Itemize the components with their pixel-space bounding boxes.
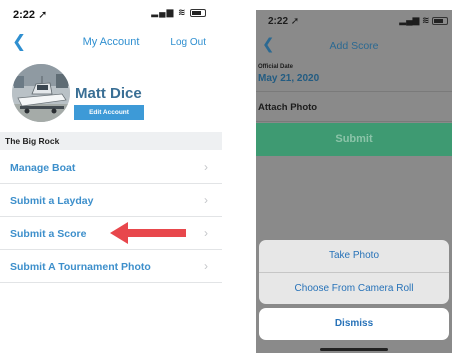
official-date-label: Official Date	[258, 64, 294, 70]
boat-photo	[12, 64, 70, 122]
chevron-right-icon: ›	[204, 259, 208, 273]
menu-item-label: Submit a Layday	[10, 195, 94, 207]
home-indicator[interactable]	[320, 348, 388, 351]
logout-button[interactable]: Log Out	[170, 37, 206, 48]
edit-account-button[interactable]: Edit Account	[74, 105, 144, 120]
status-bar: 2:22 ➚ ▂▄▆ ≋	[0, 0, 222, 26]
dismiss-button[interactable]: Dismiss	[259, 308, 449, 340]
section-header: The Big Rock	[0, 132, 222, 150]
status-bar: 2:22 ➚ ▂▄▆ ≋	[256, 10, 452, 34]
chevron-right-icon: ›	[204, 160, 208, 174]
status-time: 2:22 ➚	[13, 9, 48, 21]
status-icons: ▂▄▆ ≋	[151, 7, 206, 18]
avatar	[12, 64, 70, 122]
submit-button[interactable]: Submit	[256, 123, 452, 156]
nav-bar: ❮ My Account Log Out	[0, 30, 222, 56]
page-title: Add Score	[329, 40, 379, 52]
status-icons: ▂▄▆ ≋	[399, 15, 448, 26]
menu-item-submit-tournament-photo[interactable]: Submit A Tournament Photo ›	[0, 250, 222, 283]
battery-icon	[432, 16, 448, 25]
take-photo-button[interactable]: Take Photo	[259, 240, 449, 272]
menu-item-manage-boat[interactable]: Manage Boat ›	[0, 151, 222, 184]
location-arrow-icon: ➚	[38, 9, 48, 21]
action-sheet: Take Photo Choose From Camera Roll	[259, 240, 449, 304]
nav-bar: ❮ Add Score	[256, 34, 452, 58]
battery-icon	[190, 8, 206, 17]
add-score-screen: 2:22 ➚ ▂▄▆ ≋ ❮ Add Score Official Date M…	[256, 10, 452, 353]
status-time: 2:22 ➚	[268, 16, 300, 27]
chevron-right-icon: ›	[204, 193, 208, 207]
wifi-icon: ≋	[177, 7, 187, 17]
account-menu: Manage Boat › Submit a Layday › Submit a…	[0, 151, 222, 283]
attach-photo-field[interactable]: Attach Photo	[256, 92, 452, 122]
chevron-right-icon: ›	[204, 226, 208, 240]
menu-item-label: Submit A Tournament Photo	[10, 261, 151, 273]
menu-item-label: Manage Boat	[10, 162, 76, 174]
attach-photo-label: Attach Photo	[258, 102, 318, 113]
wifi-icon: ≋	[421, 15, 430, 25]
user-name: Matt Dice	[75, 85, 142, 102]
choose-camera-roll-button[interactable]: Choose From Camera Roll	[259, 272, 449, 304]
menu-item-label: Submit a Score	[10, 228, 87, 240]
official-date-field[interactable]: Official Date May 21, 2020	[256, 60, 452, 92]
my-account-screen: 2:22 ➚ ▂▄▆ ≋ ❮ My Account Log Out Matt D…	[0, 0, 222, 353]
official-date-value: May 21, 2020	[258, 73, 320, 84]
red-arrow-left-icon	[110, 222, 186, 244]
menu-item-submit-layday[interactable]: Submit a Layday ›	[0, 184, 222, 217]
signal-bars-icon: ▂▄▆	[151, 7, 175, 17]
location-arrow-icon: ➚	[290, 16, 300, 27]
dismiss-sheet: Dismiss	[259, 308, 449, 340]
signal-bars-icon: ▂▄▆	[399, 15, 420, 25]
profile-header: Matt Dice Edit Account	[12, 64, 217, 128]
